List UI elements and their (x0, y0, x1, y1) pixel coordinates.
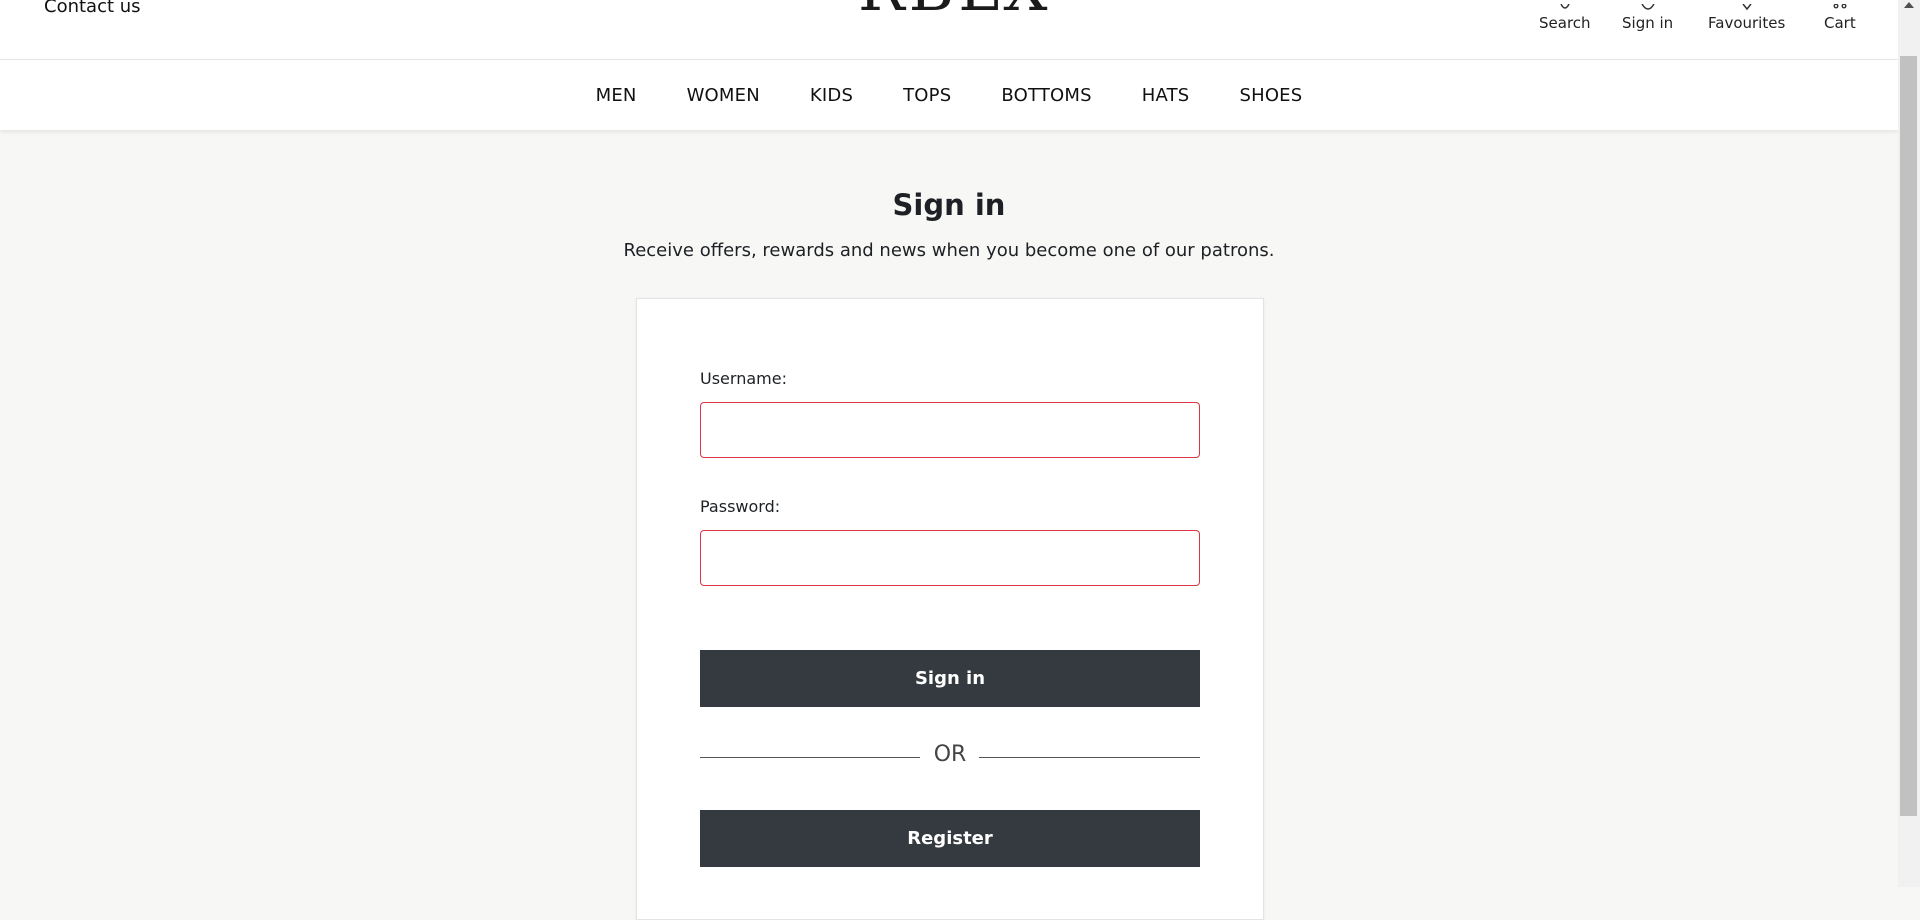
nav-item-women[interactable]: WOMEN (687, 85, 760, 106)
category-nav: MEN WOMEN KIDS TOPS BOTTOMS HATS SHOES (0, 60, 1898, 130)
user-icon (1640, 0, 1656, 10)
username-label: Username: (700, 369, 787, 388)
cart-icon (1832, 0, 1848, 10)
search-label: Search (1539, 14, 1591, 32)
sign-in-card: Username: Password: Sign in OR Register (636, 298, 1264, 920)
site-logo[interactable]: RBLX (858, 0, 1052, 20)
page-title: Sign in (892, 188, 1006, 222)
scroll-thumb[interactable] (1900, 56, 1917, 816)
sign-in-button[interactable]: Sign in (700, 650, 1200, 707)
username-input[interactable] (700, 402, 1200, 458)
or-divider: OR (700, 742, 1200, 772)
nav-item-tops[interactable]: TOPS (903, 85, 951, 106)
search-link[interactable]: Search (1539, 3, 1591, 32)
favourites-label: Favourites (1708, 14, 1786, 32)
site-header: Contact us RBLX Search Sign in Favourite… (0, 0, 1898, 60)
vertical-scrollbar[interactable] (1898, 0, 1920, 887)
divider-line-right (979, 757, 1200, 758)
nav-item-shoes[interactable]: SHOES (1239, 85, 1302, 106)
password-input[interactable] (700, 530, 1200, 586)
contact-us-link[interactable]: Contact us (44, 0, 141, 17)
password-label: Password: (700, 497, 781, 516)
header-actions: Search Sign in Favourites Cart (1498, 3, 1898, 54)
nav-item-bottoms[interactable]: BOTTOMS (1001, 85, 1091, 106)
cart-link[interactable]: Cart (1824, 3, 1856, 32)
or-label: OR (933, 742, 967, 767)
page-subtitle: Receive offers, rewards and news when yo… (623, 240, 1275, 261)
sign-in-label: Sign in (1622, 14, 1674, 32)
sign-in-link[interactable]: Sign in (1622, 3, 1674, 32)
register-button[interactable]: Register (700, 810, 1200, 867)
cart-label: Cart (1824, 14, 1856, 32)
heart-icon (1739, 0, 1755, 11)
search-icon (1557, 0, 1573, 10)
nav-item-hats[interactable]: HATS (1142, 85, 1190, 106)
nav-item-men[interactable]: MEN (596, 85, 637, 106)
nav-item-kids[interactable]: KIDS (810, 85, 853, 106)
scroll-up-arrow-icon[interactable] (1904, 2, 1914, 8)
favourites-link[interactable]: Favourites (1708, 3, 1786, 32)
